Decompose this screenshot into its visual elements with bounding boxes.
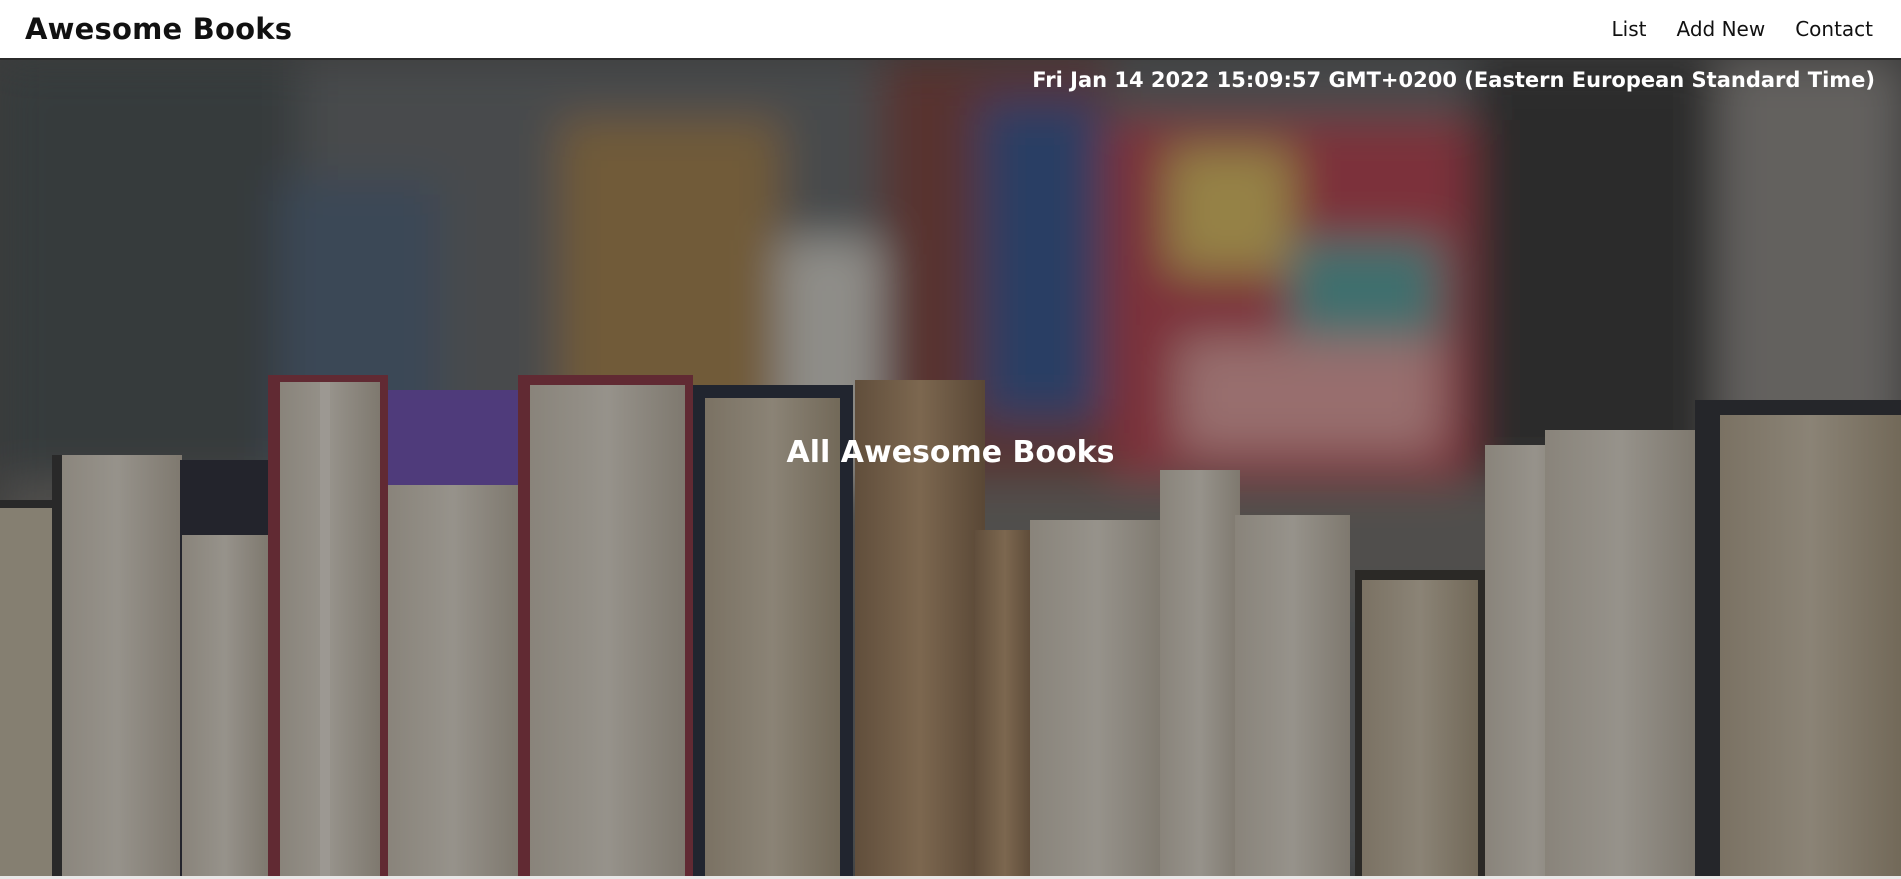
nav-link-add-new[interactable]: Add New	[1676, 17, 1765, 41]
section-title: All Awesome Books	[786, 435, 1115, 470]
main-nav: List Add New Contact	[1612, 17, 1873, 41]
top-navbar: Awesome Books List Add New Contact	[0, 0, 1901, 60]
nav-link-list[interactable]: List	[1612, 17, 1647, 41]
page: Awesome Books List Add New Contact Fri J…	[0, 0, 1901, 879]
current-datetime: Fri Jan 14 2022 15:09:57 GMT+0200 (Easte…	[1032, 68, 1875, 92]
nav-link-contact[interactable]: Contact	[1795, 17, 1873, 41]
hero-section: Fri Jan 14 2022 15:09:57 GMT+0200 (Easte…	[0, 60, 1901, 876]
brand-logo-text[interactable]: Awesome Books	[25, 12, 292, 46]
